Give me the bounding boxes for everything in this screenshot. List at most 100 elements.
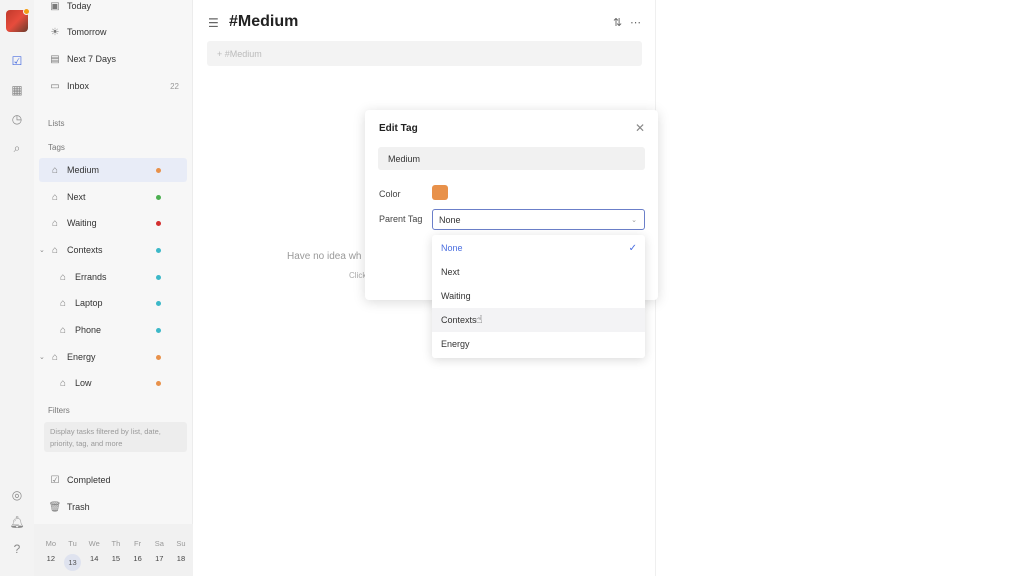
- option-energy[interactable]: Energy: [432, 332, 645, 356]
- bell-icon[interactable]: 🔔︎: [9, 514, 25, 530]
- tag-label: Contexts: [67, 245, 103, 255]
- sidebar-tag-waiting[interactable]: ⌂ Waiting: [39, 211, 187, 235]
- calendar-day-number: 13: [64, 554, 82, 571]
- tag-icon: ⌂: [59, 271, 67, 283]
- calendar-day-number: 14: [90, 554, 99, 563]
- option-next[interactable]: Next: [432, 260, 645, 284]
- sidebar-tag-contexts[interactable]: ⌄ ⌂ Contexts: [39, 238, 187, 262]
- chevron-down-icon: ⌄: [631, 216, 637, 224]
- tag-icon: ⌂: [51, 244, 59, 256]
- checkbox-checked-icon: ☑: [50, 474, 60, 486]
- tag-icon: ⌂: [59, 377, 67, 389]
- sidebar-tag-errands[interactable]: ⌂ Errands: [39, 265, 187, 289]
- tag-icon: ⌂: [51, 164, 59, 176]
- dialog-title: Edit Tag: [379, 123, 418, 134]
- calendar-day[interactable]: 14: [83, 554, 105, 571]
- tag-color-dot: [156, 194, 161, 200]
- calendar-day[interactable]: 18: [170, 554, 192, 571]
- app-rail: ☑ ▦ ◷ ⌕ ◎ 🔔︎ ?: [0, 0, 34, 576]
- sidebar-tag-laptop[interactable]: ⌂ Laptop: [39, 291, 187, 315]
- parent-tag-label: Parent Tag: [379, 214, 423, 224]
- avatar[interactable]: [6, 8, 30, 32]
- sync-icon[interactable]: ◎: [9, 487, 25, 503]
- tag-color-dot: [156, 300, 161, 306]
- sidebar-tag-energy[interactable]: ⌄ ⌂ Energy: [39, 345, 187, 369]
- empty-state-title: Have no idea wh: [287, 251, 362, 262]
- sidebar-item-next-7-days[interactable]: ▤ Next 7 Days: [39, 47, 187, 71]
- calendar-day-number: 12: [46, 554, 56, 563]
- inbox-count: 22: [170, 81, 179, 91]
- inbox-icon: ▭: [50, 80, 60, 92]
- tag-color-dot: [156, 327, 161, 333]
- chevron-down-icon[interactable]: ⌄: [39, 353, 45, 361]
- close-icon[interactable]: ✕: [635, 121, 645, 135]
- calendar-day[interactable]: 12: [40, 554, 62, 571]
- add-task-input[interactable]: + #Medium: [207, 41, 642, 66]
- tag-label: Laptop: [75, 298, 103, 308]
- select-value: None: [439, 214, 461, 225]
- help-icon[interactable]: ?: [9, 541, 25, 557]
- tag-color-dot: [156, 220, 161, 226]
- sidebar-item-today[interactable]: ▣ Today: [39, 0, 187, 18]
- option-label: Waiting: [441, 291, 471, 301]
- calendar-icon[interactable]: ▦: [9, 82, 25, 98]
- sidebar-tag-medium[interactable]: ⌂ Medium: [39, 158, 187, 182]
- tag-label: Low: [75, 378, 92, 388]
- sidebar-item-trash[interactable]: 🗑︎ Trash: [39, 495, 187, 519]
- lists-section-label[interactable]: Lists: [48, 119, 64, 128]
- sidebar-item-label: Today: [67, 1, 92, 11]
- tag-label: Next: [67, 192, 86, 202]
- filters-section-label[interactable]: Filters: [48, 406, 70, 415]
- page-title: #Medium: [229, 13, 299, 30]
- weekday-label: Su: [176, 539, 186, 548]
- calendar-day-today[interactable]: 13: [62, 554, 84, 571]
- option-label: Next: [441, 267, 460, 277]
- tag-color-dot: [156, 274, 161, 280]
- sidebar-item-label: Completed: [67, 475, 111, 485]
- task-check-icon[interactable]: ☑: [9, 53, 25, 69]
- more-icon[interactable]: ⋯: [630, 16, 641, 29]
- sort-icon[interactable]: ⇅: [613, 16, 622, 29]
- tags-section-label[interactable]: Tags: [48, 143, 65, 152]
- sidebar-tag-next[interactable]: ⌂ Next: [39, 185, 187, 209]
- tag-name-input[interactable]: [378, 147, 645, 170]
- sidebar-tag-phone[interactable]: ⌂ Phone: [39, 318, 187, 342]
- calendar-week-icon: ▤: [50, 53, 60, 65]
- sidebar-tag-low[interactable]: ⌂ Low: [39, 371, 187, 395]
- calendar-day[interactable]: 16: [127, 554, 149, 571]
- sidebar-item-completed[interactable]: ☑ Completed: [39, 468, 187, 492]
- filters-hint: Display tasks filtered by list, date, pr…: [44, 422, 187, 452]
- collapse-sidebar-icon[interactable]: ☰: [208, 16, 219, 30]
- sidebar-item-tomorrow[interactable]: ☀ Tomorrow: [39, 20, 187, 44]
- tag-icon: ⌂: [51, 217, 59, 229]
- notification-dot: [23, 8, 30, 15]
- color-swatch[interactable]: [432, 185, 448, 200]
- clock-icon[interactable]: ◷: [9, 111, 25, 127]
- weekday-label: Sa: [154, 539, 164, 548]
- option-contexts[interactable]: Contexts: [432, 308, 645, 332]
- parent-tag-select[interactable]: None ⌄: [432, 209, 645, 230]
- option-waiting[interactable]: Waiting: [432, 284, 645, 308]
- tag-label: Errands: [75, 272, 107, 282]
- option-label: Energy: [441, 339, 470, 349]
- calendar-day-number: 17: [155, 554, 164, 563]
- calendar-day[interactable]: 15: [105, 554, 127, 571]
- trash-icon: 🗑︎: [48, 501, 62, 513]
- hand-cursor-icon: ☝: [476, 314, 483, 326]
- calendar-day[interactable]: 17: [148, 554, 170, 571]
- sidebar-item-inbox[interactable]: ▭ Inbox 22: [39, 74, 187, 98]
- check-icon: ✓: [628, 242, 637, 254]
- calendar-day-number: 15: [111, 554, 121, 563]
- chevron-down-icon[interactable]: ⌄: [39, 246, 45, 254]
- sunrise-icon: ☀: [50, 26, 60, 38]
- sidebar-item-label: Tomorrow: [67, 27, 107, 37]
- calendar-weekday-row: Mo Tu We Th Fr Sa Su: [40, 539, 192, 548]
- tag-label: Energy: [67, 352, 96, 362]
- option-none[interactable]: None ✓: [432, 236, 645, 260]
- weekday-label: We: [88, 539, 100, 548]
- calendar-today-icon: ▣: [50, 0, 60, 12]
- tag-label: Phone: [75, 325, 102, 335]
- search-icon[interactable]: ⌕: [9, 140, 25, 156]
- tag-color-dot: [156, 167, 161, 173]
- tag-icon: ⌂: [59, 297, 67, 309]
